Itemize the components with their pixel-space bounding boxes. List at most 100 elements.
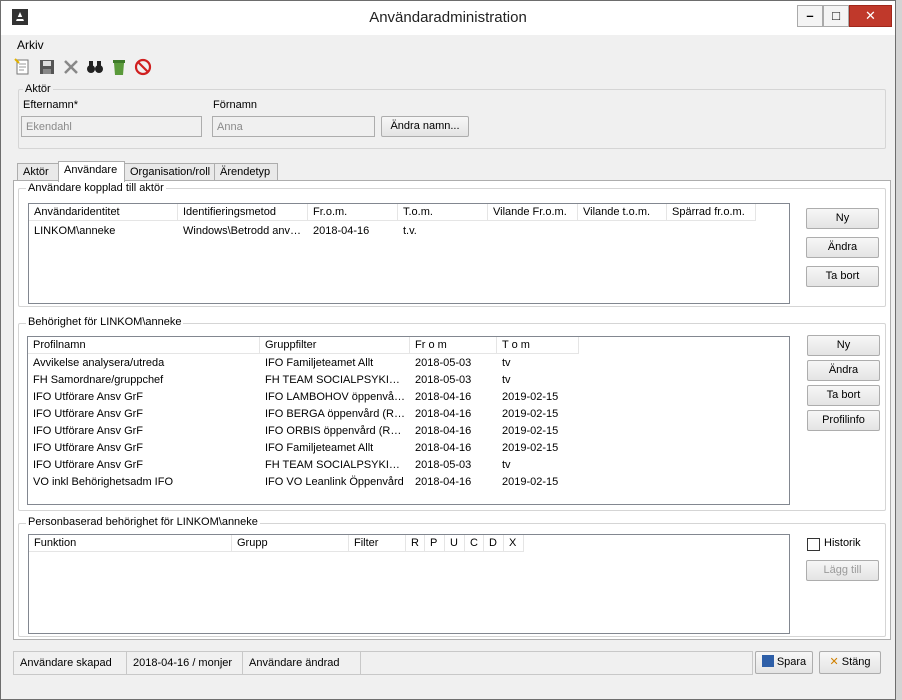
stop-icon[interactable] (133, 57, 153, 77)
personal-group-label: Personbaserad behörighet för LINKOM\anne… (26, 516, 260, 528)
column-header[interactable]: Funktion (29, 535, 232, 552)
personal-table[interactable]: Funktion Grupp Filter R P U C D X (28, 534, 790, 634)
tab-aktor[interactable]: Aktör (17, 163, 59, 181)
tab-organisation-roll[interactable]: Organisation/roll (124, 163, 215, 181)
close-icon: ✕ (865, 8, 876, 23)
firstname-field[interactable] (212, 116, 375, 137)
change-name-button[interactable]: Ändra namn... (381, 116, 469, 137)
cell-from: 2018-04-16 (415, 425, 472, 437)
recycle-icon[interactable] (109, 57, 129, 77)
save-icon[interactable] (37, 57, 57, 77)
cell-profile-name: IFO Utförare Ansv GrF (33, 408, 144, 420)
delete-icon[interactable] (61, 57, 81, 77)
save-button-label: Spara (776, 656, 807, 668)
tab-panel-anvandare: Användare kopplad till aktör Användaride… (13, 180, 891, 640)
users-group-label: Användare kopplad till aktör (26, 182, 166, 194)
minimize-button[interactable]: – (797, 5, 823, 27)
menu-arkiv[interactable]: Arkiv (17, 38, 44, 52)
status-bar: Användare skapad 2018-04-16 / monjer Anv… (13, 651, 889, 675)
cell-group-filter: IFO LAMBOHOV öppenvår… (265, 391, 409, 403)
cell-profile-name: IFO Utförare Ansv GrF (33, 459, 144, 471)
menu-bar: Arkiv (1, 35, 895, 55)
column-header[interactable]: Grupp (232, 535, 349, 552)
table-row[interactable]: IFO Utförare Ansv GrF IFO BERGA öppenvård… (28, 406, 579, 423)
cell-to: 2019-02-15 (502, 408, 559, 420)
column-header[interactable]: D (484, 535, 504, 552)
actor-group-label: Aktör (23, 83, 53, 95)
cell-group-filter: IFO BERGA öppenvård (R… (265, 408, 405, 420)
cell-group-filter: IFO Familjeteamet Allt (265, 442, 374, 454)
column-header[interactable]: Vilande t.o.m. (578, 204, 667, 221)
cell-group-filter: FH TEAM SOCIALPSYKIAT… (265, 374, 410, 386)
cell-profile-name: IFO Utförare Ansv GrF (33, 442, 144, 454)
table-row[interactable]: LINKOM\anneke Windows\Betrodd anv… 2018-… (29, 223, 488, 240)
table-row[interactable]: VO inkl Behörighetsadm IFO IFO VO Leanlin… (28, 474, 579, 491)
users-new-button[interactable]: Ny (806, 208, 879, 229)
close-button[interactable]: ✕ Stäng (819, 651, 881, 674)
created-label: Användare skapad (13, 651, 127, 675)
tab-anvandare[interactable]: Användare (58, 161, 125, 182)
cell-group-filter: IFO VO Leanlink Öppenvård (265, 476, 404, 488)
column-header[interactable]: P (425, 535, 445, 552)
cell-from: 2018-05-03 (415, 374, 472, 386)
firstname-label: Förnamn (213, 99, 258, 111)
column-header[interactable]: Fr.o.m. (308, 204, 398, 221)
column-header[interactable]: Filter (349, 535, 406, 552)
column-header[interactable]: T o m (497, 337, 579, 354)
users-edit-button[interactable]: Ändra (806, 237, 879, 258)
maximize-icon: □ (832, 8, 840, 23)
permissions-remove-button[interactable]: Ta bort (807, 385, 880, 406)
cell-from: 2018-05-03 (415, 357, 472, 369)
column-header[interactable]: U (445, 535, 465, 552)
lastname-label: Efternamn* (23, 99, 79, 111)
add-button[interactable]: Lägg till (806, 560, 879, 581)
new-icon[interactable] (13, 57, 33, 77)
cell-to: tv (502, 357, 511, 369)
permissions-new-button[interactable]: Ny (807, 335, 880, 356)
close-x-icon: ✕ (829, 656, 839, 668)
column-header[interactable]: Identifieringsmetod (178, 204, 308, 221)
column-header[interactable]: Vilande Fr.o.m. (488, 204, 578, 221)
save-button[interactable]: Spara (755, 651, 813, 674)
cell-group-filter: IFO ORBIS öppenvård (R&S) (265, 425, 409, 437)
profileinfo-button[interactable]: Profilinfo (807, 410, 880, 431)
cell-to: 2019-02-15 (502, 391, 559, 403)
table-row[interactable]: IFO Utförare Ansv GrF IFO LAMBOHOV öppenv… (28, 389, 579, 406)
column-header[interactable]: Användaridentitet (29, 204, 178, 221)
close-window-button[interactable]: ✕ (849, 5, 892, 27)
column-header[interactable]: Profilnamn (28, 337, 260, 354)
personal-table-header: Funktion Grupp Filter R P U C D X (29, 535, 524, 552)
cell-to: t.v. (403, 225, 417, 237)
column-header[interactable]: Gruppfilter (260, 337, 410, 354)
cell-to: tv (502, 459, 511, 471)
cell-to: 2019-02-15 (502, 476, 559, 488)
column-header[interactable]: C (465, 535, 484, 552)
column-header[interactable]: R (406, 535, 425, 552)
search-binoculars-icon[interactable] (85, 57, 105, 77)
column-header[interactable]: X (504, 535, 524, 552)
table-row[interactable]: IFO Utförare Ansv GrF IFO Familjeteamet A… (28, 440, 579, 457)
cell-profile-name: Avvikelse analysera/utreda (33, 357, 165, 369)
cell-user-id: LINKOM\anneke (34, 225, 116, 237)
cell-from: 2018-04-16 (415, 408, 472, 420)
column-header[interactable]: Fr o m (410, 337, 497, 354)
column-header[interactable]: Spärrad fr.o.m. (667, 204, 756, 221)
permissions-edit-button[interactable]: Ändra (807, 360, 880, 381)
history-checkbox[interactable] (807, 538, 820, 551)
lastname-field[interactable] (21, 116, 202, 137)
cell-profile-name: IFO Utförare Ansv GrF (33, 425, 144, 437)
close-button-label: Stäng (841, 656, 871, 668)
users-remove-button[interactable]: Ta bort (806, 266, 879, 287)
cell-group-filter: IFO Familjeteamet Allt (265, 357, 374, 369)
table-row[interactable]: IFO Utförare Ansv GrF FH TEAM SOCIALPSYKI… (28, 457, 579, 474)
maximize-button[interactable]: □ (823, 5, 849, 27)
table-row[interactable]: Avvikelse analysera/utreda IFO Familjetea… (28, 355, 579, 372)
column-header[interactable]: T.o.m. (398, 204, 488, 221)
table-row[interactable]: FH Samordnare/gruppchef FH TEAM SOCIALPSY… (28, 372, 579, 389)
users-table[interactable]: Användaridentitet Identifieringsmetod Fr… (28, 203, 790, 304)
permissions-table[interactable]: Profilnamn Gruppfilter Fr o m T o m Avvi… (27, 336, 790, 505)
window-title: Användaradministration (369, 9, 527, 26)
cell-from: 2018-04-16 (415, 442, 472, 454)
table-row[interactable]: IFO Utförare Ansv GrF IFO ORBIS öppenvård… (28, 423, 579, 440)
tab-arendetyp[interactable]: Ärendetyp (214, 163, 278, 181)
